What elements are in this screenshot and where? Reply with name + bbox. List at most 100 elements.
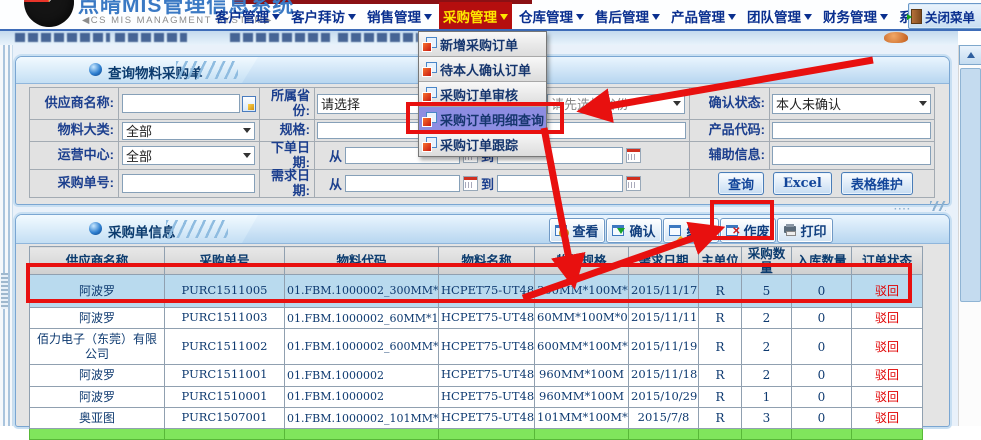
menu-doc-icon	[422, 137, 437, 152]
dropdown-item-label: 采购订单跟踪	[440, 135, 518, 154]
dropdown-item-label: 新增采购订单	[440, 35, 518, 54]
status-badge: 驳回	[852, 329, 923, 365]
menu-item[interactable]: 售后管理	[591, 2, 664, 30]
orders-panel-header: 采购单信息 查看 确认 编辑 ✕ 作废 打印	[16, 215, 949, 244]
left-splitter[interactable]	[0, 45, 13, 426]
panel-orb-icon	[89, 222, 102, 235]
op-center-select[interactable]: 全部	[122, 146, 255, 165]
po-number-input[interactable]	[122, 174, 255, 193]
close-menu-button[interactable]: 关闭菜单	[908, 3, 981, 29]
annotation-box-void-button	[710, 200, 774, 240]
material-class-select[interactable]: 全部	[122, 122, 255, 140]
supplier-picker-icon[interactable]	[242, 96, 256, 112]
printer-icon	[783, 224, 797, 238]
select-arrow-icon	[243, 128, 251, 137]
chevron-down-icon	[576, 14, 584, 24]
calendar-icon[interactable]	[626, 176, 641, 191]
view-button[interactable]: 查看	[549, 218, 605, 243]
menu-item-label: 客户拜访	[291, 6, 345, 26]
table-row[interactable]: 佰力电子（东莞）有限公司 PURC1511002 01.FBM.1000002_…	[30, 329, 923, 365]
next-row-partial[interactable]	[30, 429, 923, 440]
status-badge: 驳回	[852, 365, 923, 386]
excel-button[interactable]: Excel	[773, 172, 832, 195]
menu-item[interactable]: 仓库管理	[515, 2, 588, 30]
city-select[interactable]: 请先选择省份	[547, 94, 685, 114]
menu-item-label: 财务管理	[823, 6, 877, 26]
exit-door-icon	[911, 9, 922, 24]
menu-item-label: 产品管理	[671, 6, 725, 26]
menu-item[interactable]: 客户管理	[211, 2, 284, 30]
chevron-down-icon	[424, 14, 432, 24]
confirm-status-select[interactable]: 本人未确认	[772, 94, 931, 114]
confirm-arrow-icon	[612, 224, 626, 238]
menu-item-label: 销售管理	[367, 6, 421, 26]
aux-info-label: 辅助信息:	[690, 142, 770, 170]
menu-item-label: 仓库管理	[519, 6, 573, 26]
to-label: 到	[481, 174, 494, 193]
menu-item-label: 客户管理	[215, 6, 269, 26]
menu-item-label: 售后管理	[595, 6, 649, 26]
material-class-label: 物料大类:	[30, 120, 119, 142]
dropdown-menu-item[interactable]: 新增采购订单	[419, 32, 546, 57]
chevron-down-icon	[652, 14, 660, 24]
table-row[interactable]: 阿波罗 PURC1511001 01.FBM.1000002 HCPET75-U…	[30, 365, 923, 386]
calendar-icon[interactable]	[463, 176, 478, 191]
edit-pencil-icon	[669, 224, 683, 238]
demand-date-from-input[interactable]	[345, 175, 460, 192]
chevron-down-icon	[804, 14, 812, 24]
op-center-label: 运营中心:	[30, 142, 119, 170]
aux-info-input[interactable]	[772, 146, 931, 165]
table-row[interactable]: 阿波罗 PURC1511003 01.FBM.1000002_60MM*100M…	[30, 308, 923, 329]
close-menu-label: 关闭菜单	[925, 7, 975, 26]
confirm-button[interactable]: 确认	[606, 218, 662, 243]
calendar-icon[interactable]	[626, 148, 641, 163]
splitter-grip-icon[interactable]	[1, 273, 10, 309]
view-magnifier-icon	[555, 224, 569, 238]
menu-item[interactable]: 客户拜访	[287, 2, 360, 30]
purchase-dropdown-menu: 新增采购订单 待本人确认订单 采购订单审核 采购订单明细查询 采购订单跟踪	[418, 31, 547, 157]
demand-date-to-input[interactable]	[497, 175, 623, 192]
annotation-box-row	[26, 263, 912, 303]
chevron-down-icon	[880, 14, 888, 24]
panel-orb-icon	[89, 63, 102, 76]
main-menu-bar: 客户管理 客户拜访 销售管理 采购管理 仓库管理 售后管理 产品管理	[211, 2, 968, 30]
clipped-text	[115, 33, 187, 42]
select-arrow-icon	[243, 153, 251, 162]
menu-item[interactable]: 产品管理	[667, 2, 740, 30]
menu-item[interactable]: 团队管理	[743, 2, 816, 30]
dropdown-item-label: 采购订单审核	[440, 85, 518, 104]
dropdown-menu-item[interactable]: 待本人确认订单	[419, 57, 546, 82]
po-number-label: 采购单号:	[30, 170, 119, 198]
clipped-text	[338, 33, 418, 42]
dropdown-menu-item[interactable]: 采购订单跟踪	[419, 132, 546, 156]
chevron-down-icon	[272, 14, 280, 24]
table-maintain-button[interactable]: 表格维护	[841, 172, 913, 195]
scrollbar-thumb[interactable]	[960, 68, 981, 302]
supplier-label: 供应商名称:	[30, 88, 119, 120]
panel-stripes-decoration	[176, 61, 238, 79]
confirm-status-label: 确认状态:	[690, 88, 770, 120]
select-arrow-icon	[673, 101, 681, 110]
cursor-artifact	[884, 32, 908, 43]
product-code-label: 产品代码:	[690, 120, 770, 142]
scroll-up-button[interactable]	[959, 45, 981, 65]
menu-item[interactable]: 销售管理	[363, 2, 436, 30]
status-badge: 驳回	[852, 308, 923, 329]
panel-resize-grip-icon	[930, 201, 946, 211]
from-label: 从	[329, 146, 342, 165]
menu-item-label: 团队管理	[747, 6, 801, 26]
chevron-down-icon	[348, 14, 356, 24]
search-button[interactable]: 查询	[718, 172, 764, 195]
supplier-input[interactable]	[122, 94, 240, 113]
from-label: 从	[329, 174, 342, 193]
print-button[interactable]: 打印	[777, 218, 833, 243]
menu-doc-icon	[422, 62, 437, 77]
menu-item[interactable]: 财务管理	[819, 2, 892, 30]
order-date-label: 下单日期:	[260, 142, 315, 170]
clipped-text	[230, 33, 330, 42]
product-code-input[interactable]	[772, 122, 931, 139]
panel-stripes-decoration	[166, 220, 228, 238]
demand-date-label: 需求日期:	[260, 170, 315, 198]
table-row[interactable]: 阿波罗 PURC1510001 01.FBM.1000002 HCPET75-U…	[30, 386, 923, 407]
menu-item[interactable]: 采购管理	[439, 2, 512, 30]
